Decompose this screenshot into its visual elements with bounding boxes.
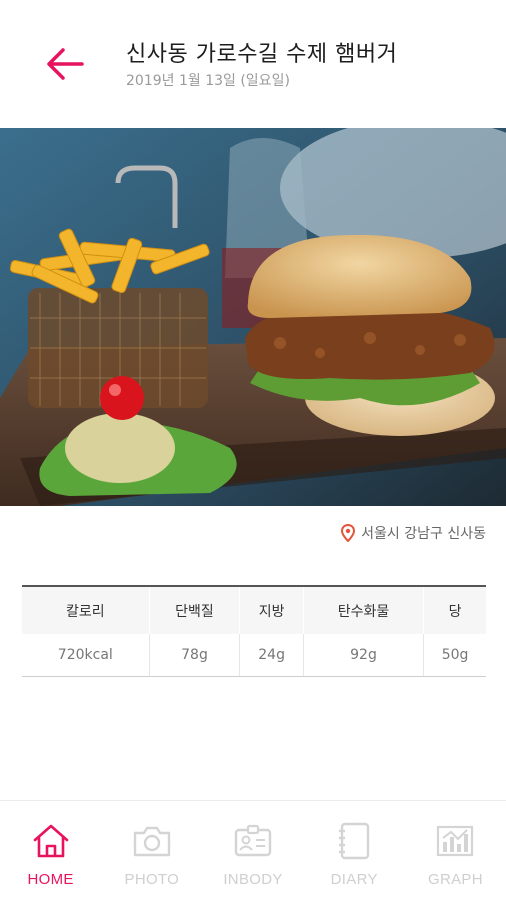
nav-home-label: HOME — [27, 871, 74, 888]
id-card-icon — [233, 821, 273, 861]
location-pin-icon — [341, 524, 356, 542]
nav-photo[interactable]: PHOTO — [101, 801, 202, 900]
nav-diary-label: DIARY — [330, 871, 378, 888]
nav-inbody[interactable]: INBODY — [202, 801, 303, 900]
nutrition-table: 칼로리 단백질 지방 탄수화물 당 720kcal 78g 24g 92g 50… — [22, 585, 486, 677]
nav-home[interactable]: HOME — [0, 801, 101, 900]
location-text: 서울시 강남구 신사동 — [361, 526, 486, 542]
header-fat: 지방 — [239, 585, 304, 634]
back-button[interactable] — [40, 40, 90, 88]
value-carbohydrate: 92g — [303, 634, 425, 677]
value-sugar: 50g — [423, 634, 486, 677]
nav-graph-label: GRAPH — [427, 871, 483, 888]
page-date: 2019년 1월 13일 (일요일) — [126, 73, 290, 89]
header-calories: 칼로리 — [22, 585, 150, 634]
value-protein: 78g — [149, 634, 241, 677]
notebook-icon — [334, 821, 374, 861]
header-protein: 단백질 — [149, 585, 241, 634]
location: 서울시 강남구 신사동 — [341, 523, 486, 543]
camera-icon — [132, 821, 172, 861]
meal-photo — [0, 128, 506, 506]
nav-graph[interactable]: GRAPH — [405, 801, 506, 900]
nutrition-value-row: 720kcal 78g 24g 92g 50g — [22, 634, 486, 677]
arrow-left-icon — [47, 48, 84, 80]
header: 신사동 가로수길 수제 햄버거 2019년 1월 13일 (일요일) — [0, 0, 506, 128]
header-sugar: 당 — [423, 585, 486, 634]
header-carbohydrate: 탄수화물 — [303, 585, 425, 634]
value-fat: 24g — [239, 634, 304, 677]
home-icon — [31, 821, 71, 861]
nav-inbody-label: INBODY — [223, 871, 283, 888]
bottom-navigation: HOME PHOTO INBODY DIARY GRAPH — [0, 800, 506, 900]
nav-diary[interactable]: DIARY — [304, 801, 405, 900]
chart-icon — [435, 821, 475, 861]
nutrition-header-row: 칼로리 단백질 지방 탄수화물 당 — [22, 585, 486, 634]
value-calories: 720kcal — [22, 634, 150, 677]
page-title: 신사동 가로수길 수제 햄버거 — [126, 42, 398, 67]
nav-photo-label: PHOTO — [124, 871, 180, 888]
